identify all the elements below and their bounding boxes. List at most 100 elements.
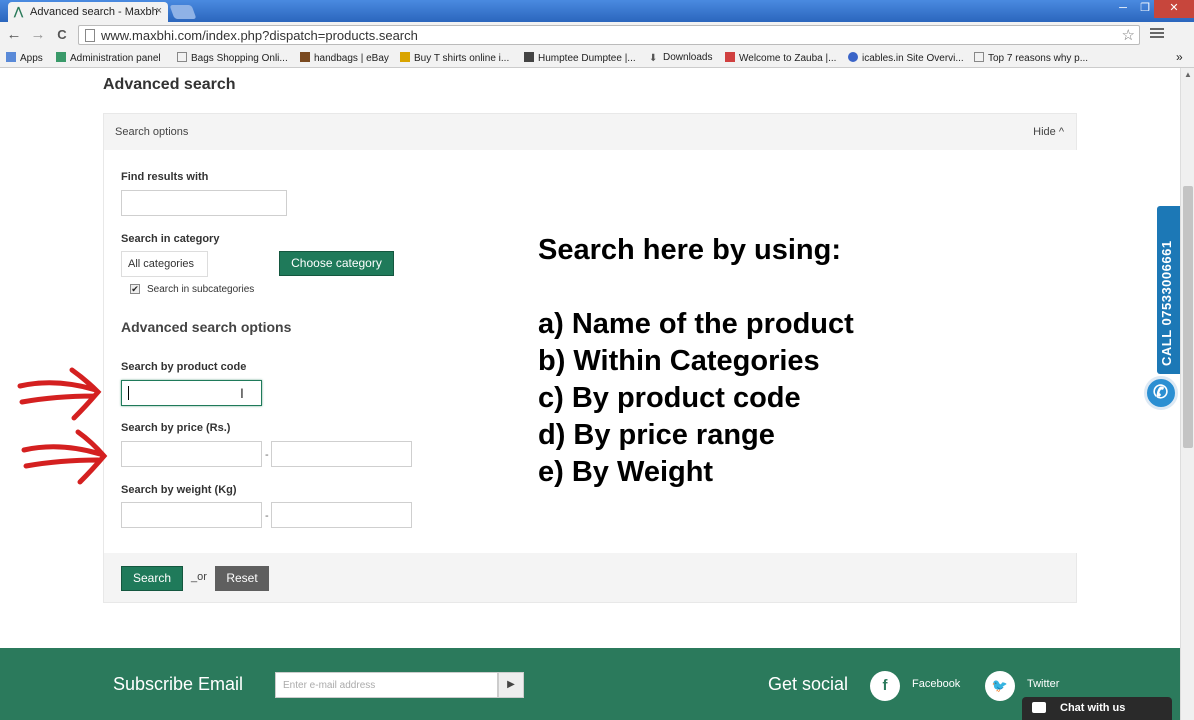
page-title: Advanced search [103,76,236,93]
subcategories-label: Search in subcategories [147,284,255,295]
annotation-item: e) By Weight [538,456,714,488]
annotation-text: Search here by using: a) Name of the pro… [538,232,854,491]
red-arrow-icon [17,367,102,421]
chat-label: Chat with us [1060,702,1126,714]
bookmark-apps[interactable]: Apps [6,52,43,64]
advanced-options-title: Advanced search options [121,319,292,335]
bookmark-label: Welcome to Zauba |... [739,53,837,64]
annotation-item: b) Within Categories [538,345,820,377]
hide-toggle[interactable]: Hide ^ [1033,126,1064,138]
scroll-up-icon[interactable]: ▲ [1184,70,1192,79]
annotation-item: d) By price range [538,419,775,451]
annotation-item: a) Name of the product [538,308,854,340]
price-label: Search by price (Rs.) [121,422,231,434]
choose-category-button[interactable]: Choose category [279,251,394,276]
bookmark-label: Administration panel [70,53,161,64]
bookmark-site-icon [400,52,410,62]
bookmark-administration[interactable]: Administration panel [56,52,161,64]
close-tab-icon[interactable]: × [156,5,162,17]
annotation-spacer [538,269,854,306]
maxbhi-logo-icon: ⋀ [14,6,24,18]
search-button[interactable]: Search [121,566,183,591]
bookmark-tshirts[interactable]: Buy T shirts online i... [400,52,509,64]
bookmark-icables[interactable]: icables.in Site Overvi... [848,52,964,64]
bookmark-label: Apps [20,53,43,64]
category-label: Search in category [121,233,220,245]
bookmark-site-icon [300,52,310,62]
bookmark-label: Top 7 reasons why p... [988,53,1089,64]
bookmark-label: Buy T shirts online i... [414,53,510,64]
page-scrollbar[interactable]: ▲ [1180,68,1194,720]
bookmark-label: icables.in Site Overvi... [862,53,964,64]
twitter-link[interactable]: Twitter [1027,678,1059,690]
chrome-menu-icon[interactable] [1150,26,1164,40]
bookmarks-overflow-icon[interactable]: » [1176,50,1183,64]
or-text: _or [191,571,207,583]
bookmark-site-icon [848,52,858,62]
bookmark-bags[interactable]: Bags Shopping Onli... [177,52,288,64]
bookmark-label: Humptee Dumptee |... [538,53,636,64]
scroll-thumb[interactable] [1183,186,1193,448]
find-results-label: Find results with [121,171,209,183]
browser-titlebar: ⋀ Advanced search - Maxbh × ─ ❐ ✕ [0,0,1194,22]
bookmark-top7[interactable]: Top 7 reasons why p... [974,52,1088,64]
bookmark-label: handbags | eBay [314,53,389,64]
text-caret [128,386,129,400]
search-options-label: Search options [115,126,189,138]
new-tab-button[interactable] [169,5,197,19]
price-min-input[interactable] [121,441,262,467]
browser-tab[interactable]: ⋀ Advanced search - Maxbh × [8,2,168,22]
bookmark-ebay[interactable]: handbags | eBay [300,52,389,64]
range-dash: - [265,449,269,461]
forward-icon[interactable]: → [29,26,47,44]
bookmark-humptee[interactable]: Humptee Dumptee |... [524,52,636,64]
reload-icon[interactable]: C [53,26,71,44]
chat-bubble-icon [1032,702,1046,713]
bookmark-site-icon [725,52,735,62]
product-code-label: Search by product code [121,361,247,373]
panel-header: Search options Hide ^ [104,114,1076,150]
phone-icon[interactable]: ✆ [1144,376,1178,410]
range-dash: - [265,510,269,522]
bookmark-label: Downloads [663,52,713,63]
call-us-text: CALL 07533006661 [1159,240,1174,366]
get-social-label: Get social [768,674,849,694]
url-text: www.maxbhi.com/index.php?dispatch=produc… [101,28,418,43]
twitter-icon[interactable]: 🐦 [985,671,1015,701]
window-close-icon[interactable]: ✕ [1154,0,1194,18]
bookmark-zauba[interactable]: Welcome to Zauba |... [725,52,836,64]
bookmark-site-icon [56,52,66,62]
site-footer: Subscribe Email Enter e-mail address ▶ G… [0,648,1180,720]
bookmark-label: Bags Shopping Onli... [191,53,288,64]
weight-max-input[interactable] [271,502,412,528]
reset-button[interactable]: Reset [215,566,269,591]
price-max-input[interactable] [271,441,412,467]
annotation-heading: Search here by using: [538,234,841,266]
bookmark-star-icon[interactable]: ☆ [1122,26,1135,44]
facebook-icon[interactable]: f [870,671,900,701]
weight-min-input[interactable] [121,502,262,528]
bookmark-downloads[interactable]: ⬇ Downloads [649,52,713,64]
ibeam-cursor-icon: I [240,385,244,401]
call-us-tab[interactable]: CALL 07533006661 [1157,206,1180,374]
tab-title: Advanced search - Maxbh [30,6,158,18]
apps-grid-icon [6,52,16,62]
bookmark-site-icon [524,52,534,62]
back-icon[interactable]: ← [5,26,23,44]
page-icon [177,52,187,62]
subscribe-label: Subscribe Email [113,674,244,694]
subscribe-email-input[interactable]: Enter e-mail address [275,672,498,698]
page-icon [85,29,95,42]
browser-navbar: ← → C www.maxbhi.com/index.php?dispatch=… [0,22,1194,48]
find-results-input[interactable] [121,190,287,216]
product-code-input[interactable]: I [121,380,262,406]
weight-label: Search by weight (Kg) [121,484,237,496]
annotation-item: c) By product code [538,382,801,414]
chat-widget[interactable]: Chat with us [1022,697,1172,720]
subscribe-submit-icon[interactable]: ▶ [498,672,524,698]
subcategories-checkbox[interactable]: ✔ [130,284,140,294]
address-bar[interactable]: www.maxbhi.com/index.php?dispatch=produc… [78,25,1140,45]
category-select[interactable]: All categories [121,251,208,277]
red-arrow-icon [21,429,108,485]
facebook-link[interactable]: Facebook [912,678,960,690]
